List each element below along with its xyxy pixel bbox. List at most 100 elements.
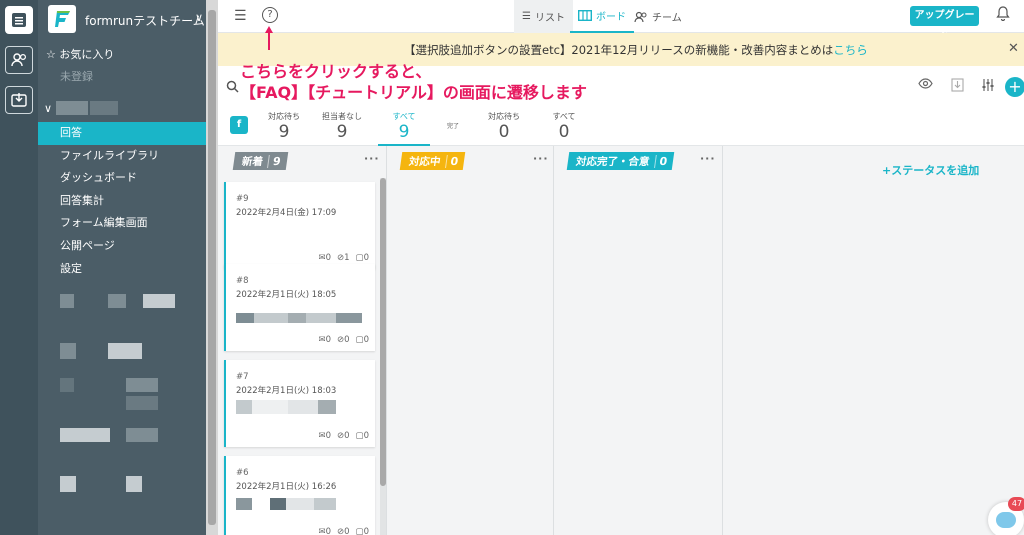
close-icon[interactable]: ✕ xyxy=(1008,41,1019,56)
redacted-item xyxy=(60,428,110,442)
attachment-count: ⊘1 xyxy=(337,253,350,263)
menu-item-dashboard[interactable]: ダッシュボード xyxy=(38,167,206,190)
menu-item-file-library[interactable]: ファイルライブラリ xyxy=(38,145,206,168)
tab-list[interactable]: ☰ リスト xyxy=(514,0,573,33)
comment-icon: ▢ xyxy=(355,253,364,263)
stat-unassigned[interactable]: 担当者なし 9 xyxy=(316,111,368,142)
team-icon xyxy=(634,11,647,22)
mail-count: ✉0 xyxy=(318,431,331,441)
mail-icon: ✉ xyxy=(318,253,326,263)
mail-icon: ✉ xyxy=(318,335,326,345)
stat-label: すべて xyxy=(392,112,416,121)
stat-label: すべて xyxy=(552,112,576,121)
menu-item-settings[interactable]: 設定 xyxy=(38,258,206,281)
stat-label: 対応待ち xyxy=(268,112,300,121)
card-meta: ✉0 ⊘1 ▢0 xyxy=(318,253,369,263)
upgrade-button[interactable]: アップグレード xyxy=(910,6,979,41)
filter-settings-icon[interactable] xyxy=(981,78,995,96)
banner-text: 【選択肢追加ボタンの設置etc】2021年12月リリースの新機能・改善内容まとめ… xyxy=(404,42,868,58)
team-switcher[interactable]: formrunテストチーム ∨ xyxy=(38,0,206,38)
column-new: 新着 9 ··· #9 2022年2月4日(金) 17:09 ✉0 ⊘1 ▢0 … xyxy=(218,146,386,535)
eye-icon[interactable] xyxy=(918,78,933,93)
menu-icon[interactable]: ☰ xyxy=(234,8,247,24)
comment-count: ▢0 xyxy=(355,253,369,263)
stat-count: 0 xyxy=(558,122,570,142)
redacted-item xyxy=(126,396,158,410)
column-count: 0 xyxy=(653,154,669,168)
menu-item-form-editor[interactable]: フォーム編集画面 xyxy=(38,212,206,235)
comment-count: ▢0 xyxy=(355,431,369,441)
mail-icon: ✉ xyxy=(318,527,326,535)
comment-icon: ▢ xyxy=(355,335,364,345)
menu-item-public-page[interactable]: 公開ページ xyxy=(38,235,206,258)
help-icon[interactable]: ? xyxy=(262,7,278,23)
response-card[interactable]: #9 2022年2月4日(金) 17:09 ✉0 ⊘1 ▢0 xyxy=(224,182,375,269)
inbox-icon[interactable] xyxy=(5,86,33,114)
favorites-section[interactable]: ☆ お気に入り xyxy=(46,46,114,62)
mail-count: ✉0 xyxy=(318,335,331,345)
chat-badge: 47 xyxy=(1008,497,1024,511)
forms-icon[interactable] xyxy=(5,6,33,34)
stat-label: 完了 xyxy=(446,123,459,130)
stat-count: 9 xyxy=(336,122,348,142)
bell-icon[interactable] xyxy=(996,6,1010,25)
add-status-button[interactable]: +ステータスを追加 xyxy=(882,162,979,178)
redacted-item xyxy=(108,294,126,308)
more-icon[interactable]: ··· xyxy=(700,152,716,165)
tab-board[interactable]: ボード xyxy=(570,0,634,33)
stat-done-group[interactable]: 完了 xyxy=(438,111,468,130)
banner-link[interactable]: こちら xyxy=(833,43,868,57)
card-id: #9 xyxy=(236,194,249,204)
redacted-item xyxy=(108,343,142,359)
board-icon xyxy=(578,10,592,21)
more-icon[interactable]: ··· xyxy=(364,152,380,165)
favorites-label: お気に入り xyxy=(59,48,115,61)
stat-done-all[interactable]: すべて 0 xyxy=(538,111,590,142)
top-bar: ☰ ? ☰ リスト ボード チーム アップグレード xyxy=(218,0,1024,41)
stat-label: 対応待ち xyxy=(488,112,520,121)
sidebar-scroll-thumb[interactable] xyxy=(208,10,216,525)
add-button[interactable]: + xyxy=(1005,77,1024,97)
banner-message: 【選択肢追加ボタンの設置etc】2021年12月リリースの新機能・改善内容まとめ… xyxy=(404,43,834,57)
redacted-item xyxy=(126,476,142,492)
response-card[interactable]: #6 2022年2月1日(火) 16:26 ✉0 ⊘0 ▢0 xyxy=(224,456,375,535)
card-date: 2022年2月1日(火) 16:26 xyxy=(236,482,337,492)
redacted-preview xyxy=(236,400,336,414)
unregistered-label: 未登録 xyxy=(60,70,93,83)
chat-bot-icon xyxy=(996,512,1016,528)
redacted-item xyxy=(60,378,74,392)
card-date: 2022年2月1日(火) 18:03 xyxy=(236,386,337,396)
redacted-item xyxy=(126,378,158,392)
card-date: 2022年2月1日(火) 18:05 xyxy=(236,290,337,300)
search-icon[interactable] xyxy=(226,80,239,96)
stat-waiting[interactable]: 対応待ち 9 xyxy=(258,111,310,142)
tab-board-label: ボード xyxy=(596,12,626,23)
card-meta: ✉0 ⊘0 ▢0 xyxy=(318,335,369,345)
column-divider xyxy=(722,146,723,535)
tab-team[interactable]: チーム xyxy=(626,0,690,33)
form-group-toggle[interactable]: ∨ xyxy=(44,102,52,115)
column-header[interactable]: 新着 9 xyxy=(232,152,288,170)
more-icon[interactable]: ··· xyxy=(533,152,549,165)
download-icon[interactable] xyxy=(951,78,964,96)
column-in-progress: 対応中 0 ··· xyxy=(387,146,553,535)
column-completed: 対応完了・合意 0 ··· xyxy=(554,146,722,535)
menu-item-summary[interactable]: 回答集計 xyxy=(38,190,206,213)
redacted-preview xyxy=(236,498,336,510)
members-icon[interactable] xyxy=(5,46,33,74)
stat-done-waiting[interactable]: 対応待ち 0 xyxy=(478,111,530,142)
column-header[interactable]: 対応中 0 xyxy=(399,152,466,170)
list-icon: ☰ xyxy=(522,11,531,22)
column-title: 対応中 xyxy=(408,155,442,168)
response-card[interactable]: #8 2022年2月1日(火) 18:05 ✉0 ⊘0 ▢0 xyxy=(224,264,375,351)
stat-all[interactable]: すべて 9 xyxy=(378,111,430,142)
response-card[interactable]: #7 2022年2月1日(火) 18:03 ✉0 ⊘0 ▢0 xyxy=(224,360,375,447)
redacted-form-name xyxy=(56,101,88,115)
menu-item-responses[interactable]: 回答 xyxy=(38,122,206,145)
column-title: 新着 xyxy=(241,155,264,168)
team-name: formrunテストチーム xyxy=(85,14,205,28)
card-id: #8 xyxy=(236,276,249,286)
sidebar: formrunテストチーム ∨ ☆ お気に入り 未登録 ∨ 回答 ファイルライブ… xyxy=(38,0,206,535)
card-id: #6 xyxy=(236,468,249,478)
column-header[interactable]: 対応完了・合意 0 xyxy=(566,152,675,170)
